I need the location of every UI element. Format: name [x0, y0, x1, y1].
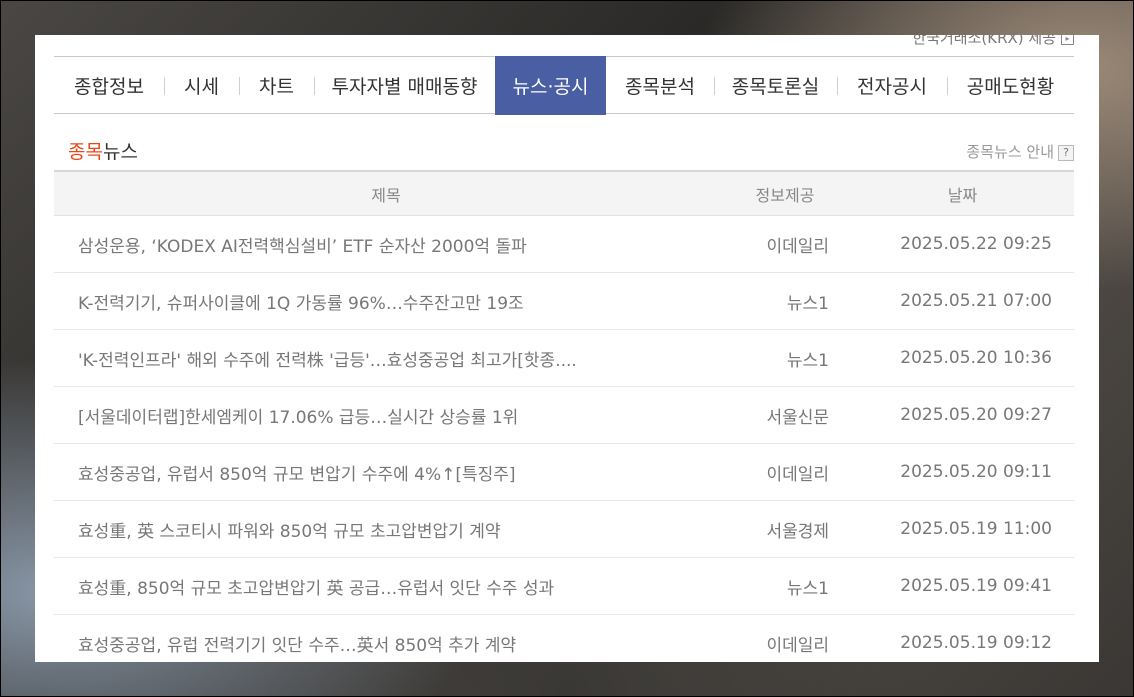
header-date: 날짜 — [851, 171, 1074, 216]
news-source: 이데일리 — [718, 443, 851, 501]
stock-tab-bar: 종합정보 시세 차트 투자자별 매매동향 뉴스·공시 종목분석 종목토론실 전자… — [54, 56, 1074, 115]
news-title-link[interactable]: [서울데이터랩]한세엠케이 17.06% 급등…실시간 상승률 1위 — [54, 386, 718, 444]
news-title-link[interactable]: 삼성운용, ‘KODEX AI전력핵심설비’ ETF 순자산 2000억 돌파 — [54, 215, 718, 273]
news-date: 2025.05.20 10:36 — [851, 329, 1074, 387]
section-title-accent: 종목 — [68, 141, 103, 163]
tab-short-selling[interactable]: 공매도현황 — [947, 57, 1074, 114]
news-title-link[interactable]: 효성중공업, 유럽 전력기기 잇단 수주…英서 850억 추가 계약 — [54, 614, 718, 662]
news-source: 뉴스1 — [718, 557, 851, 615]
news-table-header: 제목 정보제공 날짜 — [54, 171, 1074, 216]
news-guide-label: 종목뉴스 안내 — [966, 143, 1054, 161]
help-icon[interactable]: ? — [1058, 144, 1074, 161]
news-date: 2025.05.22 09:25 — [851, 215, 1074, 273]
table-row: 효성重, 英 스코티시 파워와 850억 규모 초고압변압기 계약 서울경제 2… — [54, 500, 1074, 558]
news-source: 서울경제 — [718, 500, 851, 558]
header-source: 정보제공 — [718, 171, 851, 216]
news-source: 서울신문 — [718, 386, 851, 444]
news-table: 제목 정보제공 날짜 삼성운용, ‘KODEX AI전력핵심설비’ ETF 순자… — [54, 170, 1074, 662]
news-source: 뉴스1 — [718, 329, 851, 387]
news-date: 2025.05.20 09:27 — [851, 386, 1074, 444]
tab-disclosure[interactable]: 전자공시 — [837, 57, 947, 114]
table-row: 효성중공업, 유럽서 850억 규모 변압기 수주에 4%↑[특징주] 이데일리… — [54, 443, 1074, 501]
news-source: 이데일리 — [718, 215, 851, 273]
header-title: 제목 — [54, 171, 718, 216]
news-source: 이데일리 — [718, 614, 851, 662]
tab-stock-analysis[interactable]: 종목분석 — [606, 57, 714, 114]
tab-investor-trend[interactable]: 투자자별 매매동향 — [314, 57, 495, 114]
news-title-link[interactable]: 효성중공업, 유럽서 850억 규모 변압기 수주에 4%↑[특징주] — [54, 443, 718, 501]
news-guide-link[interactable]: 종목뉴스 안내? — [966, 141, 1074, 162]
news-title-link[interactable]: 효성重, 850억 규모 초고압변압기 英 공급…유럽서 잇단 수주 성과 — [54, 557, 718, 615]
table-row: [서울데이터랩]한세엠케이 17.06% 급등…실시간 상승률 1위 서울신문 … — [54, 386, 1074, 444]
tab-overview[interactable]: 종합정보 — [54, 57, 164, 114]
news-date: 2025.05.19 11:00 — [851, 500, 1074, 558]
tab-discussion[interactable]: 종목토론실 — [714, 57, 837, 114]
stock-news-panel: 한국거래소(KRX) 제공 ▸ 종합정보 시세 차트 투자자별 매매동향 뉴스·공… — [35, 35, 1099, 662]
news-title-link[interactable]: K-전력기기, 슈퍼사이클에 1Q 가동률 96%…수주잔고만 19조 — [54, 272, 718, 330]
news-date: 2025.05.21 07:00 — [851, 272, 1074, 330]
table-row: 효성重, 850억 규모 초고압변압기 英 공급…유럽서 잇단 수주 성과 뉴스… — [54, 557, 1074, 615]
news-date: 2025.05.19 09:41 — [851, 557, 1074, 615]
tab-chart[interactable]: 차트 — [239, 57, 314, 114]
news-source: 뉴스1 — [718, 272, 851, 330]
table-row: K-전력기기, 슈퍼사이클에 1Q 가동률 96%…수주잔고만 19조 뉴스1 … — [54, 272, 1074, 330]
news-date: 2025.05.20 09:11 — [851, 443, 1074, 501]
provider-icon[interactable]: ▸ — [1061, 35, 1074, 45]
news-date: 2025.05.19 09:12 — [851, 614, 1074, 662]
section-title: 종목뉴스 — [68, 137, 138, 164]
section-title-rest: 뉴스 — [102, 141, 138, 163]
news-title-link[interactable]: 효성重, 英 스코티시 파워와 850억 규모 초고압변압기 계약 — [54, 500, 718, 558]
tab-news-disclosure[interactable]: 뉴스·공시 — [495, 56, 606, 115]
table-row: 삼성운용, ‘KODEX AI전력핵심설비’ ETF 순자산 2000억 돌파 … — [54, 215, 1074, 273]
table-row: 'K-전력인프라' 해외 수주에 전력株 '급등'…효성중공업 최고가[핫종..… — [54, 329, 1074, 387]
news-title-link[interactable]: 'K-전력인프라' 해외 수주에 전력株 '급등'…효성중공업 최고가[핫종..… — [54, 329, 718, 387]
table-row: 효성중공업, 유럽 전력기기 잇단 수주…英서 850억 추가 계약 이데일리 … — [54, 614, 1074, 662]
provider-text: 한국거래소(KRX) 제공 — [912, 35, 1056, 47]
tab-price[interactable]: 시세 — [164, 57, 239, 114]
data-provider-note: 한국거래소(KRX) 제공 ▸ — [912, 35, 1074, 48]
